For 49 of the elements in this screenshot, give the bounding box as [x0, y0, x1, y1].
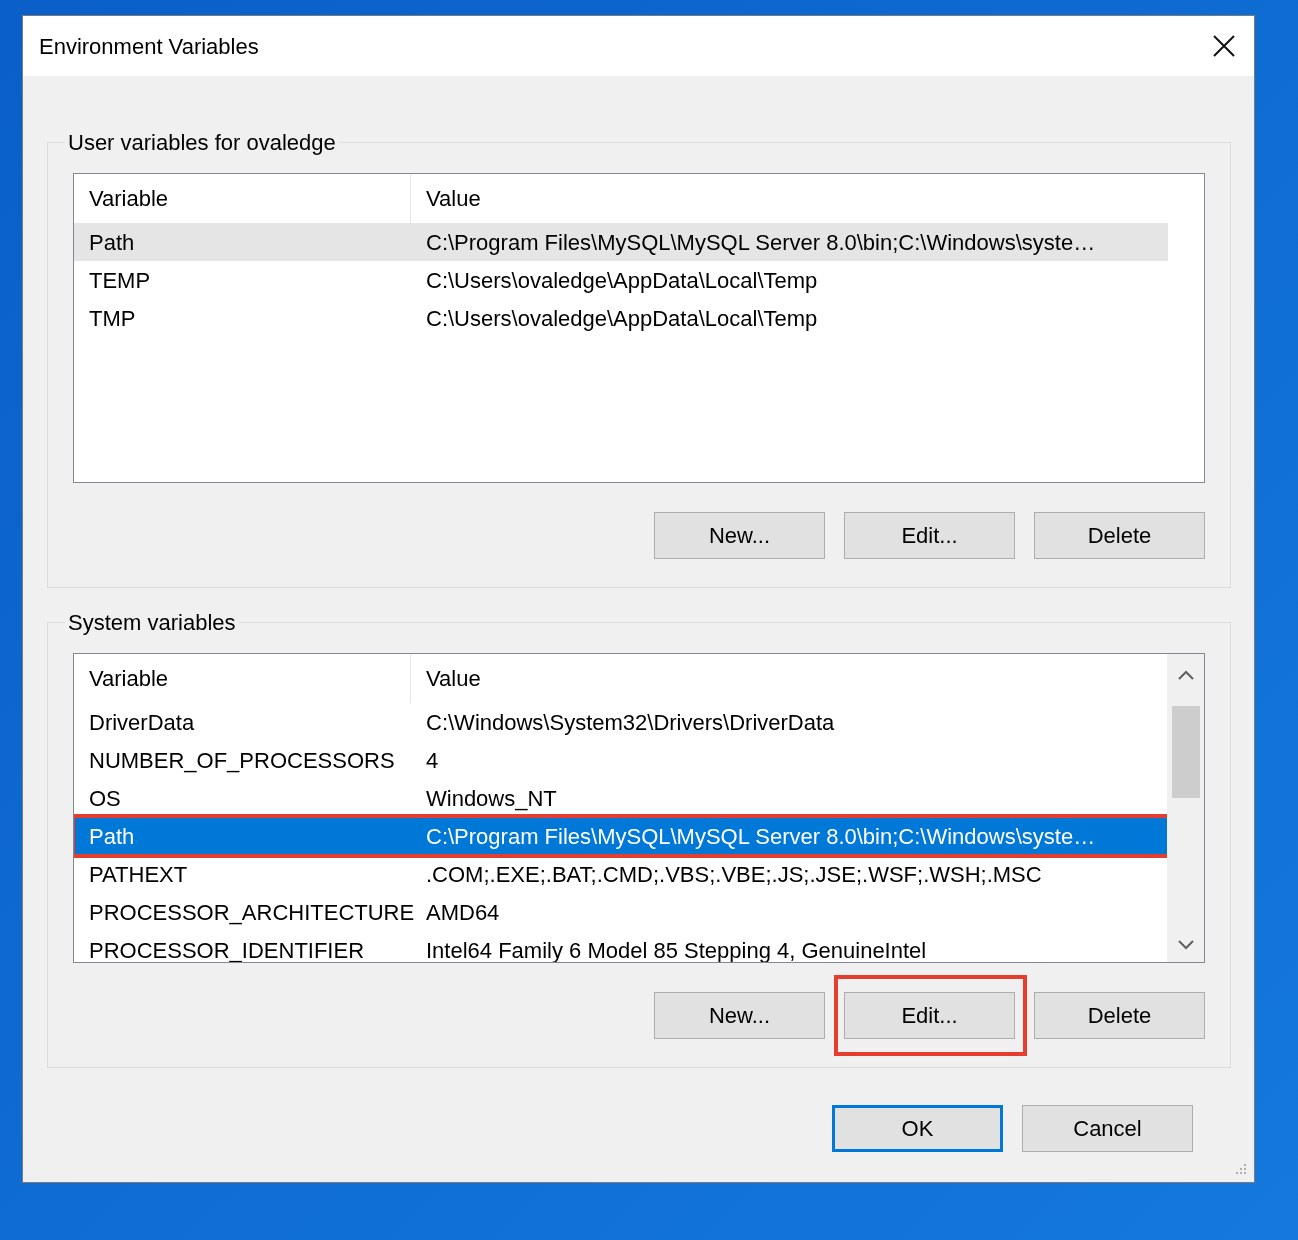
- group-title: User variables for ovaledge: [67, 129, 337, 157]
- scroll-up-icon[interactable]: [1177, 670, 1194, 680]
- dialog-button[interactable]: Edit...: [844, 512, 1015, 559]
- variable-name: PROCESSOR_IDENTIFIER: [88, 936, 366, 962]
- table-row[interactable]: PROCESSOR_ARCHITECTURE AMD64: [74, 893, 1168, 931]
- table-row[interactable]: TEMP C:\Users\ovaledge\AppData\Local\Temp: [74, 261, 1168, 299]
- variable-value: Intel64 Family 6 Model 85 Stepping 4, GenuineIntel: [425, 936, 928, 962]
- window-title: Environment Variables: [39, 32, 259, 61]
- table-row[interactable]: DriverData C:\Windows\System32\Drivers\DriverData: [74, 703, 1168, 741]
- dialog-button[interactable]: OK: [832, 1105, 1003, 1152]
- variable-value: C:\Users\ovaledge\AppData\Local\Temp: [425, 304, 819, 333]
- variable-value: C:\Users\ovaledge\AppData\Local\Temp: [425, 266, 819, 295]
- variable-name: Path: [88, 228, 136, 257]
- dialog-button[interactable]: Cancel: [1022, 1105, 1193, 1152]
- scroll-down-icon[interactable]: [1177, 940, 1194, 950]
- column-header[interactable]: Value: [411, 654, 1168, 703]
- variable-name: DriverData: [88, 708, 196, 737]
- variable-value: C:\Program Files\MySQL\MySQL Server 8.0\bin;C:\Windows\syste…: [425, 228, 1097, 257]
- variable-name: OS: [88, 784, 122, 813]
- dialog-button[interactable]: Edit...: [844, 992, 1015, 1039]
- column-header[interactable]: Value: [411, 174, 1168, 223]
- variable-value: AMD64: [425, 898, 501, 927]
- close-icon[interactable]: [1212, 34, 1236, 58]
- table-row[interactable]: OS Windows_NT: [74, 779, 1168, 817]
- variable-value: C:\Windows\System32\Drivers\DriverData: [425, 708, 836, 737]
- group-title: System variables: [67, 609, 237, 637]
- dialog-button[interactable]: Delete: [1034, 512, 1205, 559]
- variable-value: 4: [425, 746, 440, 775]
- variable-value: C:\Program Files\MySQL\MySQL Server 8.0\bin;C:\Windows\syste…: [425, 822, 1097, 851]
- scrollbar-thumb[interactable]: [1171, 706, 1200, 798]
- scrollbar[interactable]: [1167, 654, 1204, 962]
- variable-name: TMP: [88, 304, 137, 333]
- variable-name: PATHEXT: [88, 860, 189, 889]
- table-row[interactable]: Path C:\Program Files\MySQL\MySQL Server 8.0\bin;C:\Windows\syste…: [74, 223, 1168, 261]
- column-header[interactable]: Variable: [74, 654, 411, 703]
- variable-value: Windows_NT: [425, 784, 558, 813]
- table-row[interactable]: PATHEXT .COM;.EXE;.BAT;.CMD;.VBS;.VBE;.JS;.JSE;.WSF;.WSH;.MSC: [74, 855, 1168, 893]
- dialog-button[interactable]: New...: [654, 992, 825, 1039]
- variable-name: Path: [88, 822, 136, 851]
- table-row[interactable]: NUMBER_OF_PROCESSORS 4: [74, 741, 1168, 779]
- variable-value: .COM;.EXE;.BAT;.CMD;.VBS;.VBE;.JS;.JSE;.WSF;.WSH;.MSC: [425, 860, 1043, 889]
- dialog-button[interactable]: New...: [654, 512, 825, 559]
- table-row[interactable]: TMP C:\Users\ovaledge\AppData\Local\Temp: [74, 299, 1168, 337]
- table-row[interactable]: PROCESSOR_IDENTIFIER Intel64 Family 6 Model 85 Stepping 4, GenuineIntel: [74, 931, 1168, 962]
- table-row[interactable]: Path C:\Program Files\MySQL\MySQL Server 8.0\bin;C:\Windows\syste…: [74, 817, 1168, 855]
- variable-name: TEMP: [88, 266, 152, 295]
- resize-grip-icon[interactable]: [1234, 1162, 1248, 1176]
- variable-name: NUMBER_OF_PROCESSORS: [88, 746, 396, 775]
- dialog-button[interactable]: Delete: [1034, 992, 1205, 1039]
